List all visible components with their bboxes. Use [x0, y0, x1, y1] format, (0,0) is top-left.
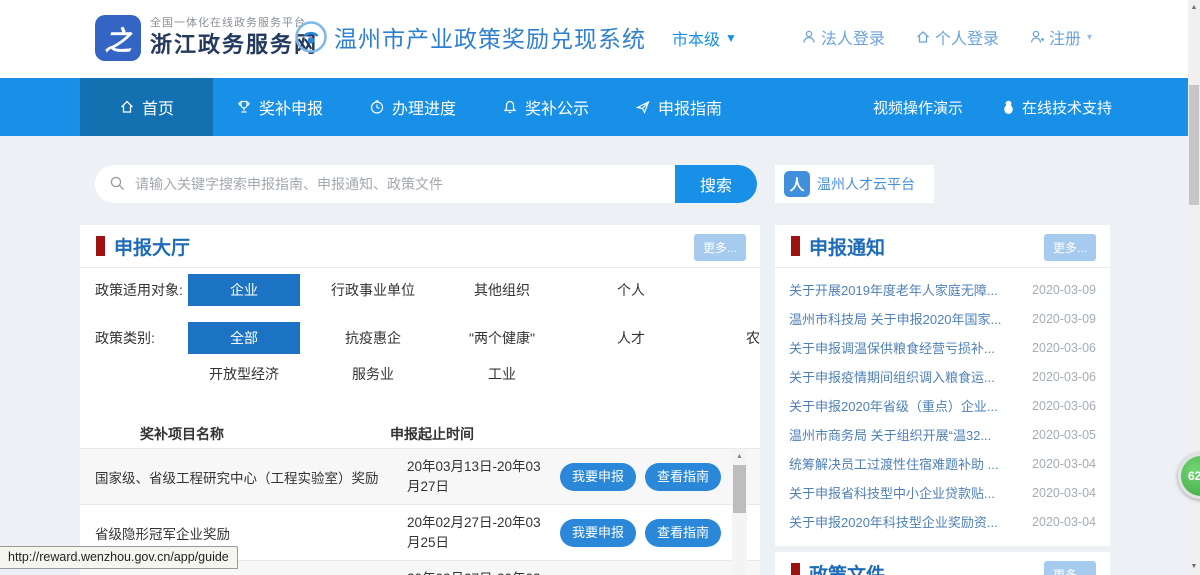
- category-option-two-health[interactable]: "两个健康": [446, 322, 558, 354]
- apply-period: 20年02月27日-20年03月: [407, 569, 554, 575]
- project-name: 国家级、省级工程研究中心（工程实验室）奖励: [80, 467, 407, 487]
- table-row: 国家级、省级工程研究中心（工程实验室）奖励 20年03月13日-20年03月27…: [80, 448, 760, 504]
- category-option-talent[interactable]: 人才: [575, 322, 687, 354]
- category-option-agriculture[interactable]: 农业: [704, 322, 760, 354]
- notice-item[interactable]: 关于申报调温保供粮食经营亏损补... 2020-03-06: [789, 333, 1096, 362]
- qq-penguin-icon: [1001, 99, 1016, 115]
- category-option-open-economy[interactable]: 开放型经济: [188, 358, 300, 390]
- notices-title: 申报通知: [809, 233, 885, 260]
- search-input[interactable]: [95, 165, 675, 203]
- video-demo-link[interactable]: 视频操作演示: [873, 97, 963, 118]
- apply-button[interactable]: 我要申报: [560, 463, 636, 491]
- list-scrollbar[interactable]: ▲: [732, 449, 747, 575]
- paper-plane-icon: [635, 99, 651, 115]
- search-icon: [109, 175, 126, 192]
- project-name: 省级隐形冠军企业奖励: [80, 523, 407, 543]
- nav-tab-apply[interactable]: 奖补申报: [213, 78, 346, 136]
- notice-item[interactable]: 关于申报疫情期间组织调入粮食运... 2020-03-06: [789, 362, 1096, 391]
- target-option-enterprise[interactable]: 企业: [188, 274, 300, 306]
- nav-tab-home[interactable]: 首页: [80, 78, 213, 136]
- apply-period: 20年02月27日-20年03月25日: [407, 513, 554, 552]
- notice-item[interactable]: 温州市商务局 关于组织开展“温32... 2020-03-05: [789, 420, 1096, 449]
- top-header: 之 全国一体化在线政务服务平台 浙江政务服务网 温州市产业政策奖励兑现系统 市本…: [0, 0, 1200, 78]
- policy-files-more-button[interactable]: 更多...: [1044, 561, 1096, 575]
- bell-icon: [502, 99, 518, 115]
- main-navbar: 首页 奖补申报 办理进度 奖补公示 申报指南 视频操作演示 在线技术支持: [0, 78, 1200, 136]
- scroll-up-icon[interactable]: ▲: [1188, 0, 1200, 16]
- view-guide-button[interactable]: 查看指南: [645, 519, 721, 547]
- notices-more-button[interactable]: 更多...: [1044, 234, 1096, 261]
- register-link[interactable]: 注册 ▾: [1029, 25, 1092, 49]
- tech-support-link[interactable]: 在线技术支持: [1001, 97, 1112, 118]
- policy-files-title: 政策文件: [809, 560, 885, 575]
- browser-status-url: http://reward.wenzhou.gov.cn/app/guide: [0, 546, 238, 569]
- trophy-icon: [236, 99, 252, 115]
- apply-period: 20年03月13日-20年03月27日: [407, 457, 554, 496]
- notice-item[interactable]: 关于申报2020年科技型企业奖励资... 2020-03-04: [789, 507, 1096, 536]
- nav-tab-publicity[interactable]: 奖补公示: [479, 78, 612, 136]
- register-caret-icon: ▾: [1087, 32, 1092, 43]
- category-option-all[interactable]: 全部: [188, 322, 300, 354]
- search-button[interactable]: 搜索: [675, 165, 757, 203]
- region-selector[interactable]: 市本级 ▼: [672, 26, 737, 50]
- corporate-login-link[interactable]: 法人登录: [801, 25, 885, 49]
- section-marker: [96, 236, 105, 256]
- declare-hall-card: 申报大厅 更多... 政策适用对象: 企业 行政事业单位 其他组织 个人 政策类…: [80, 225, 760, 575]
- column-project-name: 奖补项目名称: [140, 424, 224, 444]
- talent-platform-label: 温州人才云平台: [817, 174, 915, 194]
- reward-table-header: 奖补项目名称 申报起止时间: [80, 420, 760, 448]
- chevron-down-icon: ▼: [725, 31, 737, 45]
- notices-card: 申报通知 更多... 关于开展2019年度老年人家庭无障... 2020-03-…: [775, 225, 1110, 546]
- clock-icon: [369, 99, 385, 115]
- policy-files-card: 政策文件 更多...: [775, 552, 1110, 575]
- personal-login-link[interactable]: 个人登录: [915, 25, 999, 49]
- declare-hall-more-button[interactable]: 更多...: [694, 234, 746, 261]
- category-option-service[interactable]: 服务业: [317, 358, 429, 390]
- section-marker: [791, 563, 800, 575]
- notice-item[interactable]: 统筹解决员工过渡性住宿难题补助 ... 2020-03-04: [789, 449, 1096, 478]
- column-apply-period: 申报起止时间: [390, 424, 474, 444]
- home-icon: [915, 29, 931, 45]
- notice-item[interactable]: 关于开展2019年度老年人家庭无障... 2020-03-09: [789, 275, 1096, 304]
- category-option-epidemic[interactable]: 抗疫惠企: [317, 322, 429, 354]
- scrollbar-thumb[interactable]: [733, 465, 746, 513]
- floating-chat-badge[interactable]: 62: [1178, 453, 1200, 499]
- declare-hall-title: 申报大厅: [114, 233, 190, 260]
- category-option-industry[interactable]: 工业: [446, 358, 558, 390]
- talent-cloud-platform-link[interactable]: 人 温州人才云平台: [775, 165, 934, 203]
- category-filter-label: 政策类别:: [80, 328, 188, 348]
- nav-tab-progress[interactable]: 办理进度: [346, 78, 479, 136]
- person-plus-icon: [1029, 29, 1045, 45]
- talent-platform-icon: 人: [784, 171, 810, 197]
- target-filter-label: 政策适用对象:: [80, 280, 188, 300]
- notice-item[interactable]: 关于申报2020年省级（重点）企业... 2020-03-06: [789, 391, 1096, 420]
- region-label: 市本级: [672, 26, 720, 50]
- person-icon: [801, 29, 817, 45]
- nav-tab-guide[interactable]: 申报指南: [612, 78, 745, 136]
- system-title: 温州市产业政策奖励兑现系统: [334, 20, 646, 54]
- scrollbar-thumb[interactable]: [1189, 85, 1199, 205]
- target-option-other-org[interactable]: 其他组织: [446, 274, 558, 306]
- zhejiang-gov-logo[interactable]: 之 全国一体化在线政务服务平台 浙江政务服务网: [95, 15, 318, 61]
- notice-item[interactable]: 关于申报省科技型中小企业贷款贴... 2020-03-04: [789, 478, 1096, 507]
- zhejiang-logo-icon: 之: [95, 15, 141, 61]
- target-option-admin-unit[interactable]: 行政事业单位: [317, 274, 429, 306]
- view-guide-button[interactable]: 查看指南: [645, 463, 721, 491]
- system-logo-icon: [293, 19, 329, 55]
- home-icon: [119, 99, 135, 115]
- scroll-down-icon[interactable]: ▼: [1188, 559, 1200, 575]
- search-bar: 搜索: [95, 165, 757, 203]
- section-marker: [791, 236, 800, 256]
- scroll-up-icon[interactable]: ▲: [732, 449, 747, 464]
- target-option-individual[interactable]: 个人: [575, 274, 687, 306]
- apply-button[interactable]: 我要申报: [560, 519, 636, 547]
- notice-item[interactable]: 温州市科技局 关于申报2020年国家... 2020-03-09: [789, 304, 1096, 333]
